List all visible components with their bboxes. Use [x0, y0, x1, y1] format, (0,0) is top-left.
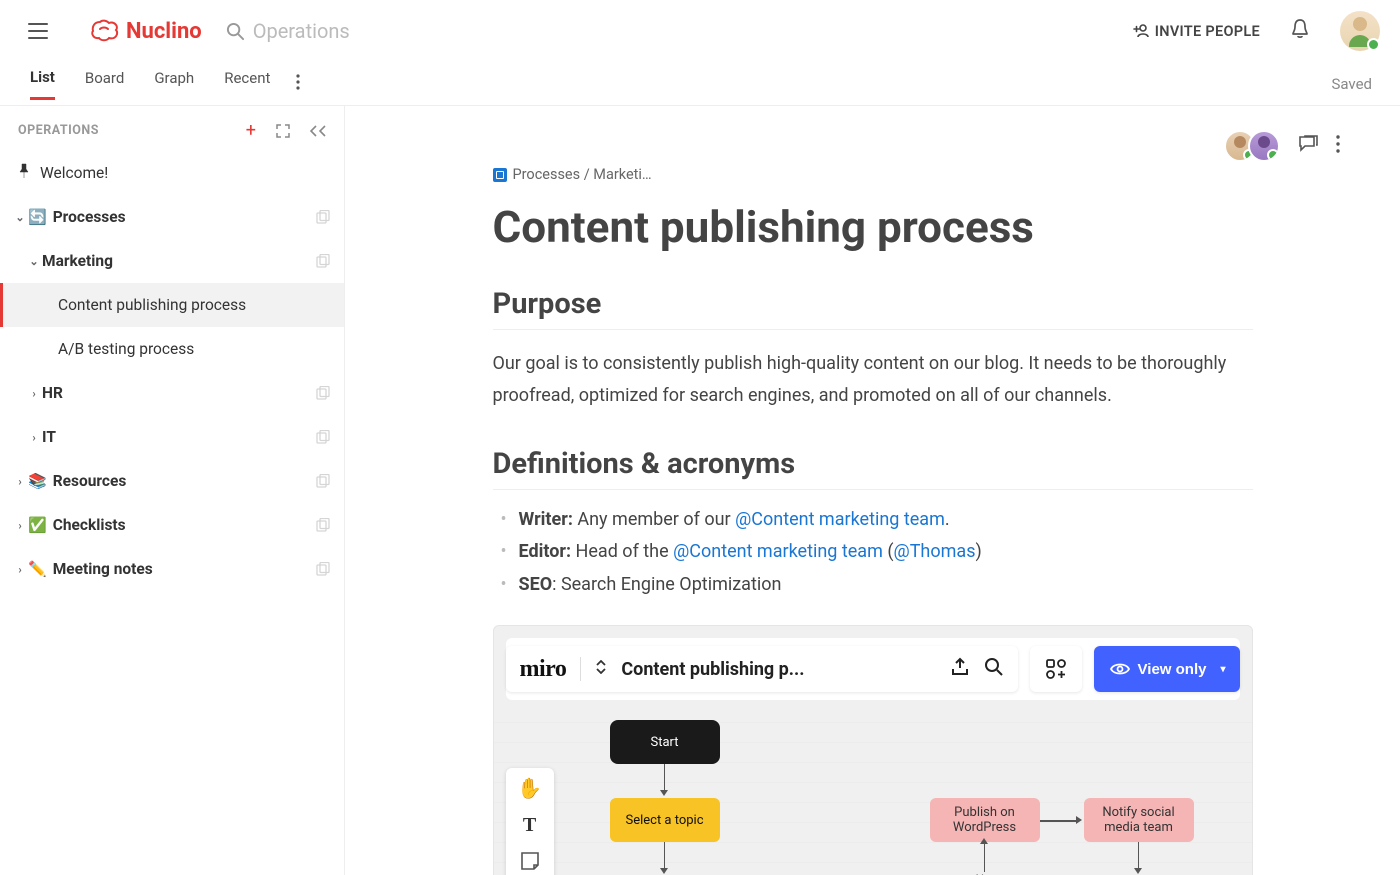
- chevron-right-icon: ›: [14, 475, 26, 488]
- view-tabs: List Board Graph Recent Saved: [0, 62, 1400, 106]
- search-box[interactable]: Operations: [226, 19, 350, 43]
- cycle-icon: [493, 168, 507, 182]
- notifications-icon[interactable]: [1290, 18, 1310, 44]
- comments-icon[interactable]: [1298, 135, 1318, 157]
- top-bar: Nuclino Operations INVITE PEOPLE: [0, 0, 1400, 62]
- chevron-down-icon: ⌄: [28, 255, 40, 268]
- duplicate-icon[interactable]: [316, 210, 330, 224]
- search-icon: [226, 22, 245, 41]
- brand-name: Nuclino: [126, 19, 202, 44]
- search-placeholder: Operations: [253, 19, 350, 43]
- duplicate-icon[interactable]: [316, 254, 330, 268]
- tab-recent[interactable]: Recent: [224, 69, 270, 98]
- collaborator-avatars[interactable]: [1224, 130, 1280, 162]
- pin-icon: [18, 163, 30, 183]
- eye-icon: [1110, 662, 1130, 676]
- user-avatar[interactable]: [1340, 11, 1380, 51]
- definition-seo: SEO: Search Engine Optimization: [493, 569, 1253, 601]
- section-purpose: Purpose: [493, 287, 1253, 330]
- mention-content-team[interactable]: @Content marketing team: [735, 509, 945, 530]
- chevron-down-icon: ⌄: [14, 211, 26, 224]
- sidebar: OPERATIONS + Welcome! ⌄ 🔄 Processes ⌄ Ma…: [0, 106, 345, 875]
- node-start[interactable]: Start: [610, 720, 720, 764]
- collapse-icon[interactable]: [310, 125, 326, 137]
- duplicate-icon[interactable]: [316, 474, 330, 488]
- tab-graph[interactable]: Graph: [154, 69, 194, 98]
- miro-board-title: Content publishing p...: [621, 659, 935, 680]
- invite-people-button[interactable]: INVITE PEOPLE: [1133, 23, 1260, 40]
- menu-icon[interactable]: [28, 23, 48, 39]
- definition-writer: Writer: Any member of our @Content marke…: [493, 504, 1253, 536]
- sidebar-item-welcome[interactable]: Welcome!: [0, 151, 344, 195]
- page-title: Content publishing process: [493, 201, 1253, 253]
- chevron-right-icon: ›: [28, 387, 40, 400]
- sidebar-item-hr[interactable]: › HR: [0, 371, 344, 415]
- sidebar-item-marketing[interactable]: ⌄ Marketing: [0, 239, 344, 283]
- duplicate-icon[interactable]: [316, 430, 330, 444]
- cycle-icon: 🔄: [28, 208, 47, 226]
- text-tool-icon[interactable]: T: [523, 814, 536, 837]
- sticky-note-icon[interactable]: [520, 851, 540, 875]
- view-only-button[interactable]: View only ▾: [1094, 646, 1240, 692]
- invite-icon: [1133, 24, 1149, 38]
- sidebar-item-ab-testing[interactable]: A/B testing process: [0, 327, 344, 371]
- expand-board-icon[interactable]: [595, 660, 607, 678]
- breadcrumb[interactable]: Processes / Marketi…: [493, 166, 1253, 183]
- document-area: Processes / Marketi… Content publishing …: [345, 106, 1400, 875]
- miro-canvas[interactable]: ✋ T Start Select a topic Write the draft…: [494, 712, 1252, 875]
- node-notify-social[interactable]: Notify social media team: [1084, 798, 1194, 842]
- brain-icon: [90, 19, 120, 43]
- node-select-topic[interactable]: Select a topic: [610, 798, 720, 842]
- section-definitions: Definitions & acronyms: [493, 447, 1253, 490]
- export-icon[interactable]: [950, 657, 970, 681]
- pencil-icon: ✏️: [28, 560, 47, 578]
- search-board-icon[interactable]: [984, 657, 1004, 681]
- mention-thomas[interactable]: @Thomas: [894, 541, 976, 562]
- more-options-icon[interactable]: [1336, 135, 1340, 157]
- chevron-right-icon: ›: [28, 431, 40, 444]
- duplicate-icon[interactable]: [316, 562, 330, 576]
- add-item-icon[interactable]: +: [246, 120, 256, 141]
- definition-editor: Editor: Head of the @Content marketing t…: [493, 536, 1253, 568]
- sidebar-item-content-publishing[interactable]: Content publishing process: [0, 283, 344, 327]
- check-icon: ✅: [28, 516, 47, 534]
- sidebar-item-meeting-notes[interactable]: › ✏️ Meeting notes: [0, 547, 344, 591]
- definitions-list: Writer: Any member of our @Content marke…: [493, 504, 1253, 601]
- miro-logo[interactable]: miro: [520, 656, 567, 683]
- sidebar-item-checklists[interactable]: › ✅ Checklists: [0, 503, 344, 547]
- miro-embed: miro Content publishing p... View only ▾: [493, 625, 1253, 875]
- tab-more-icon[interactable]: [296, 74, 300, 94]
- node-publish-wordpress[interactable]: Publish on WordPress: [930, 798, 1040, 842]
- mention-content-team[interactable]: @Content marketing team: [673, 541, 883, 562]
- purpose-text: Our goal is to consistently publish high…: [493, 348, 1253, 411]
- chevron-right-icon: ›: [14, 519, 26, 532]
- saved-status: Saved: [1331, 75, 1372, 93]
- hand-tool-icon[interactable]: ✋: [517, 776, 542, 800]
- sidebar-item-it[interactable]: › IT: [0, 415, 344, 459]
- books-icon: 📚: [28, 472, 47, 490]
- sidebar-heading: OPERATIONS: [18, 123, 99, 138]
- tab-board[interactable]: Board: [85, 69, 124, 98]
- brand-logo[interactable]: Nuclino: [90, 19, 202, 44]
- expand-icon[interactable]: [276, 124, 290, 138]
- sidebar-item-resources[interactable]: › 📚 Resources: [0, 459, 344, 503]
- miro-toolbox: ✋ T: [506, 768, 554, 875]
- collaborator-avatar[interactable]: [1248, 130, 1280, 162]
- apps-icon[interactable]: [1030, 646, 1082, 692]
- chevron-down-icon: ▾: [1220, 664, 1225, 675]
- tab-list[interactable]: List: [30, 68, 55, 100]
- sidebar-item-processes[interactable]: ⌄ 🔄 Processes: [0, 195, 344, 239]
- chevron-right-icon: ›: [14, 563, 26, 576]
- duplicate-icon[interactable]: [316, 518, 330, 532]
- duplicate-icon[interactable]: [316, 386, 330, 400]
